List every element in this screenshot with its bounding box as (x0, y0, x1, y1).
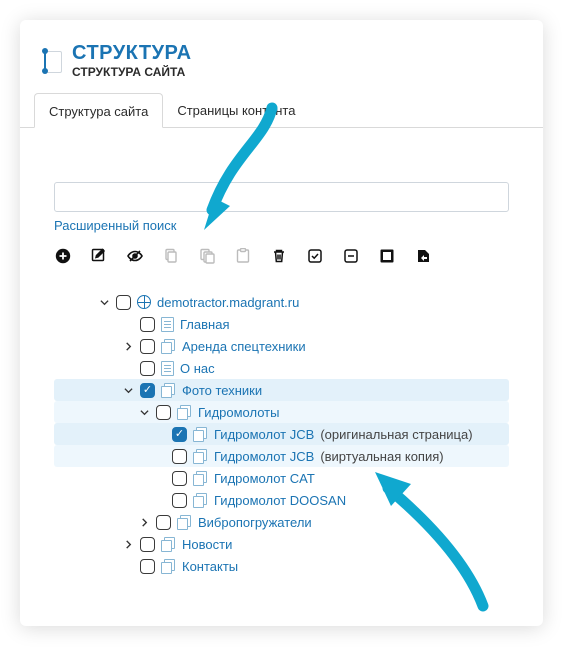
checkbox[interactable] (116, 295, 131, 310)
copy-branch-button[interactable] (198, 247, 216, 265)
checkbox[interactable] (140, 361, 155, 376)
tree-node[interactable]: Аренда спецтехники (54, 335, 509, 357)
page-title: СТРУКТУРА (72, 42, 192, 65)
tab-site-structure[interactable]: Структура сайта (34, 93, 163, 128)
structure-panel: СТРУКТУРА СТРУКТУРА САЙТА Структура сайт… (20, 20, 543, 626)
node-label[interactable]: Новости (182, 537, 232, 552)
page-icon (161, 317, 174, 332)
checkbox[interactable] (172, 427, 187, 442)
tree-node[interactable]: Гидромолот CAT (54, 467, 509, 489)
copy-button[interactable] (162, 247, 180, 265)
node-label[interactable]: Аренда спецтехники (182, 339, 306, 354)
node-label[interactable]: Фото техники (182, 383, 262, 398)
pages-icon (161, 537, 176, 552)
checkbox[interactable] (156, 515, 171, 530)
tree-node[interactable]: Гидромолот JCB (виртуальная копия) (54, 445, 509, 467)
expand-toggle[interactable] (122, 538, 134, 550)
tab-content-pages[interactable]: Страницы контента (163, 93, 309, 127)
tree-node[interactable]: Гидромолот DOOSAN (54, 489, 509, 511)
expand-toggle[interactable] (122, 340, 134, 352)
expand-toggle[interactable] (98, 296, 110, 308)
checkbox[interactable] (172, 471, 187, 486)
toolbar (54, 247, 509, 265)
tree-node-selected[interactable]: Фото техники (54, 379, 509, 401)
tabs: Структура сайта Страницы контента (20, 93, 543, 128)
structure-icon (42, 48, 62, 74)
pages-icon (161, 339, 176, 354)
search-input[interactable] (63, 183, 494, 211)
checkbox[interactable] (172, 493, 187, 508)
expand-button[interactable] (378, 247, 396, 265)
pages-icon (193, 427, 208, 442)
select-all-button[interactable] (306, 247, 324, 265)
node-label[interactable]: Гидромолот JCB (214, 449, 314, 464)
tree-node[interactable]: Главная (54, 313, 509, 335)
globe-icon (137, 295, 151, 309)
checkbox[interactable] (140, 317, 155, 332)
tree-node[interactable]: Вибропогружатели (54, 511, 509, 533)
expand-toggle[interactable] (138, 516, 150, 528)
content-area: Расширенный поиск (20, 128, 543, 587)
node-label[interactable]: Главная (180, 317, 229, 332)
checkbox[interactable] (140, 537, 155, 552)
deselect-all-button[interactable] (342, 247, 360, 265)
expand-toggle[interactable] (122, 384, 134, 396)
pages-icon (193, 493, 208, 508)
paste-button[interactable] (234, 247, 252, 265)
page-subtitle: СТРУКТУРА САЙТА (72, 65, 192, 79)
add-button[interactable] (54, 247, 72, 265)
edit-button[interactable] (90, 247, 108, 265)
node-suffix: (оригинальная страница) (320, 427, 472, 442)
node-suffix: (виртуальная копия) (320, 449, 443, 464)
pages-icon (177, 405, 192, 420)
expand-toggle[interactable] (138, 406, 150, 418)
tree-root[interactable]: demotractor.madgrant.ru (54, 291, 509, 313)
tree-node[interactable]: Новости (54, 533, 509, 555)
pages-icon (193, 449, 208, 464)
panel-header: СТРУКТУРА СТРУКТУРА САЙТА (20, 20, 543, 87)
checkbox[interactable] (140, 383, 155, 398)
node-label[interactable]: demotractor.madgrant.ru (157, 295, 299, 310)
node-label[interactable]: Контакты (182, 559, 238, 574)
checkbox[interactable] (140, 559, 155, 574)
search-icon[interactable] (494, 188, 502, 206)
export-button[interactable] (414, 247, 432, 265)
node-label[interactable]: Вибропогружатели (198, 515, 312, 530)
pages-icon (161, 559, 176, 574)
node-label[interactable]: Гидромолот JCB (214, 427, 314, 442)
checkbox[interactable] (140, 339, 155, 354)
node-label[interactable]: Гидромолоты (198, 405, 279, 420)
tree-node-selected[interactable]: Гидромолот JCB (оригинальная страница) (54, 423, 509, 445)
checkbox[interactable] (172, 449, 187, 464)
node-label[interactable]: О нас (180, 361, 215, 376)
pages-icon (161, 383, 176, 398)
pages-icon (177, 515, 192, 530)
page-icon (161, 361, 174, 376)
tree-node[interactable]: О нас (54, 357, 509, 379)
tree-node[interactable]: Гидромолоты (54, 401, 509, 423)
node-label[interactable]: Гидромолот CAT (214, 471, 315, 486)
tree-view: demotractor.madgrant.ru Главная Аренда с… (54, 291, 509, 577)
delete-button[interactable] (270, 247, 288, 265)
node-label[interactable]: Гидромолот DOOSAN (214, 493, 346, 508)
tree-node[interactable]: Контакты (54, 555, 509, 577)
pages-icon (193, 471, 208, 486)
search-box (54, 182, 509, 212)
checkbox[interactable] (156, 405, 171, 420)
visibility-button[interactable] (126, 247, 144, 265)
advanced-search-link[interactable]: Расширенный поиск (54, 218, 176, 233)
